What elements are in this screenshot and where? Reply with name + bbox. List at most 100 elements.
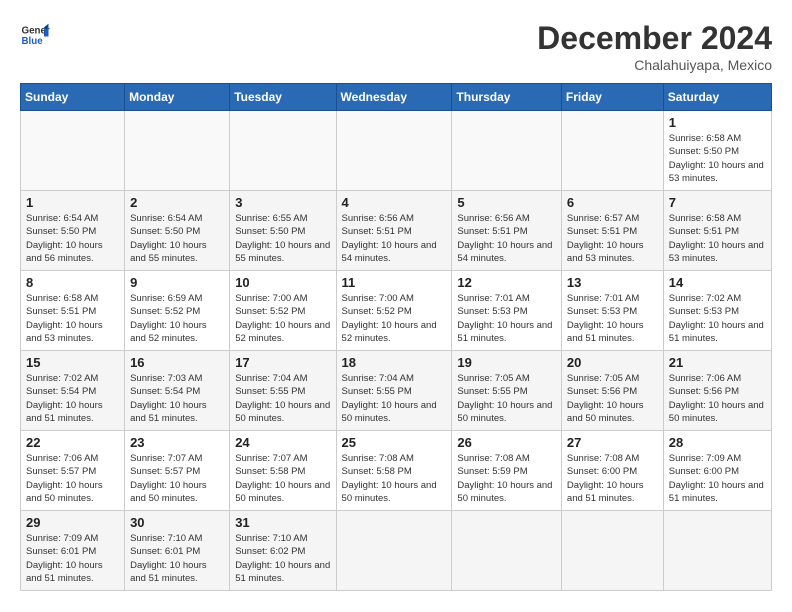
calendar-day-cell: 1 Sunrise: 6:58 AM Sunset: 5:50 PM Dayli… [663,111,771,191]
day-info: Sunrise: 7:06 AM Sunset: 5:57 PM Dayligh… [26,452,119,505]
day-info: Sunrise: 6:57 AM Sunset: 5:51 PM Dayligh… [567,212,658,265]
day-info: Sunrise: 7:09 AM Sunset: 6:01 PM Dayligh… [26,532,119,585]
calendar-day-cell [230,111,336,191]
day-number: 9 [130,275,224,290]
calendar-day-cell: 31 Sunrise: 7:10 AM Sunset: 6:02 PM Dayl… [230,511,336,591]
calendar-day-cell: 20 Sunrise: 7:05 AM Sunset: 5:56 PM Dayl… [561,351,663,431]
calendar-week-row: 29 Sunrise: 7:09 AM Sunset: 6:01 PM Dayl… [21,511,772,591]
calendar-header-row: SundayMondayTuesdayWednesdayThursdayFrid… [21,84,772,111]
calendar-day-cell [561,111,663,191]
weekday-header: Monday [125,84,230,111]
calendar-day-cell: 18 Sunrise: 7:04 AM Sunset: 5:55 PM Dayl… [336,351,452,431]
calendar-day-cell: 1 Sunrise: 6:54 AM Sunset: 5:50 PM Dayli… [21,191,125,271]
calendar-week-row: 8 Sunrise: 6:58 AM Sunset: 5:51 PM Dayli… [21,271,772,351]
day-number: 22 [26,435,119,450]
day-number: 19 [457,355,556,370]
calendar-day-cell: 23 Sunrise: 7:07 AM Sunset: 5:57 PM Dayl… [125,431,230,511]
day-number: 31 [235,515,330,530]
day-info: Sunrise: 7:02 AM Sunset: 5:53 PM Dayligh… [669,292,766,345]
day-info: Sunrise: 7:10 AM Sunset: 6:01 PM Dayligh… [130,532,224,585]
day-info: Sunrise: 7:01 AM Sunset: 5:53 PM Dayligh… [457,292,556,345]
day-number: 1 [669,115,766,130]
weekday-header: Thursday [452,84,562,111]
calendar-day-cell: 22 Sunrise: 7:06 AM Sunset: 5:57 PM Dayl… [21,431,125,511]
day-info: Sunrise: 7:01 AM Sunset: 5:53 PM Dayligh… [567,292,658,345]
day-number: 5 [457,195,556,210]
day-number: 29 [26,515,119,530]
day-number: 13 [567,275,658,290]
calendar-day-cell: 28 Sunrise: 7:09 AM Sunset: 6:00 PM Dayl… [663,431,771,511]
day-number: 15 [26,355,119,370]
calendar-week-row: 1 Sunrise: 6:54 AM Sunset: 5:50 PM Dayli… [21,191,772,271]
day-number: 28 [669,435,766,450]
calendar-day-cell [452,511,562,591]
day-info: Sunrise: 7:08 AM Sunset: 5:58 PM Dayligh… [342,452,447,505]
day-number: 12 [457,275,556,290]
calendar-day-cell [663,511,771,591]
calendar-day-cell [452,111,562,191]
calendar-week-row: 1 Sunrise: 6:58 AM Sunset: 5:50 PM Dayli… [21,111,772,191]
day-number: 3 [235,195,330,210]
day-info: Sunrise: 7:07 AM Sunset: 5:58 PM Dayligh… [235,452,330,505]
day-number: 18 [342,355,447,370]
calendar-day-cell: 17 Sunrise: 7:04 AM Sunset: 5:55 PM Dayl… [230,351,336,431]
weekday-header: Friday [561,84,663,111]
day-info: Sunrise: 6:55 AM Sunset: 5:50 PM Dayligh… [235,212,330,265]
logo: General Blue [20,20,50,50]
calendar-day-cell: 24 Sunrise: 7:07 AM Sunset: 5:58 PM Dayl… [230,431,336,511]
calendar-day-cell: 3 Sunrise: 6:55 AM Sunset: 5:50 PM Dayli… [230,191,336,271]
day-number: 10 [235,275,330,290]
day-number: 24 [235,435,330,450]
day-number: 4 [342,195,447,210]
page-header: General Blue December 2024 Chalahuiyapa,… [20,20,772,73]
day-info: Sunrise: 6:59 AM Sunset: 5:52 PM Dayligh… [130,292,224,345]
day-number: 6 [567,195,658,210]
day-number: 17 [235,355,330,370]
day-info: Sunrise: 6:56 AM Sunset: 5:51 PM Dayligh… [342,212,447,265]
day-info: Sunrise: 7:04 AM Sunset: 5:55 PM Dayligh… [342,372,447,425]
day-info: Sunrise: 6:54 AM Sunset: 5:50 PM Dayligh… [130,212,224,265]
day-number: 25 [342,435,447,450]
weekday-header: Saturday [663,84,771,111]
day-info: Sunrise: 7:05 AM Sunset: 5:56 PM Dayligh… [567,372,658,425]
calendar-day-cell: 6 Sunrise: 6:57 AM Sunset: 5:51 PM Dayli… [561,191,663,271]
calendar-week-row: 22 Sunrise: 7:06 AM Sunset: 5:57 PM Dayl… [21,431,772,511]
calendar-day-cell: 11 Sunrise: 7:00 AM Sunset: 5:52 PM Dayl… [336,271,452,351]
day-number: 27 [567,435,658,450]
calendar-day-cell: 14 Sunrise: 7:02 AM Sunset: 5:53 PM Dayl… [663,271,771,351]
day-info: Sunrise: 6:54 AM Sunset: 5:50 PM Dayligh… [26,212,119,265]
day-info: Sunrise: 7:10 AM Sunset: 6:02 PM Dayligh… [235,532,330,585]
title-block: December 2024 Chalahuiyapa, Mexico [537,20,772,73]
day-info: Sunrise: 7:06 AM Sunset: 5:56 PM Dayligh… [669,372,766,425]
month-title: December 2024 [537,20,772,57]
calendar-day-cell: 16 Sunrise: 7:03 AM Sunset: 5:54 PM Dayl… [125,351,230,431]
day-info: Sunrise: 6:56 AM Sunset: 5:51 PM Dayligh… [457,212,556,265]
day-info: Sunrise: 7:02 AM Sunset: 5:54 PM Dayligh… [26,372,119,425]
calendar-day-cell: 8 Sunrise: 6:58 AM Sunset: 5:51 PM Dayli… [21,271,125,351]
day-info: Sunrise: 7:09 AM Sunset: 6:00 PM Dayligh… [669,452,766,505]
calendar-table: SundayMondayTuesdayWednesdayThursdayFrid… [20,83,772,591]
calendar-day-cell: 30 Sunrise: 7:10 AM Sunset: 6:01 PM Dayl… [125,511,230,591]
calendar-day-cell: 27 Sunrise: 7:08 AM Sunset: 6:00 PM Dayl… [561,431,663,511]
day-info: Sunrise: 7:04 AM Sunset: 5:55 PM Dayligh… [235,372,330,425]
calendar-day-cell: 13 Sunrise: 7:01 AM Sunset: 5:53 PM Dayl… [561,271,663,351]
calendar-day-cell [336,511,452,591]
weekday-header: Wednesday [336,84,452,111]
calendar-day-cell [125,111,230,191]
logo-icon: General Blue [20,20,50,50]
day-info: Sunrise: 7:08 AM Sunset: 6:00 PM Dayligh… [567,452,658,505]
calendar-day-cell [336,111,452,191]
calendar-day-cell: 25 Sunrise: 7:08 AM Sunset: 5:58 PM Dayl… [336,431,452,511]
calendar-day-cell: 9 Sunrise: 6:59 AM Sunset: 5:52 PM Dayli… [125,271,230,351]
calendar-day-cell: 7 Sunrise: 6:58 AM Sunset: 5:51 PM Dayli… [663,191,771,271]
weekday-header: Tuesday [230,84,336,111]
day-number: 16 [130,355,224,370]
day-info: Sunrise: 7:08 AM Sunset: 5:59 PM Dayligh… [457,452,556,505]
day-number: 8 [26,275,119,290]
day-number: 11 [342,275,447,290]
calendar-day-cell: 10 Sunrise: 7:00 AM Sunset: 5:52 PM Dayl… [230,271,336,351]
day-number: 1 [26,195,119,210]
calendar-day-cell: 19 Sunrise: 7:05 AM Sunset: 5:55 PM Dayl… [452,351,562,431]
calendar-day-cell: 4 Sunrise: 6:56 AM Sunset: 5:51 PM Dayli… [336,191,452,271]
day-info: Sunrise: 7:00 AM Sunset: 5:52 PM Dayligh… [235,292,330,345]
